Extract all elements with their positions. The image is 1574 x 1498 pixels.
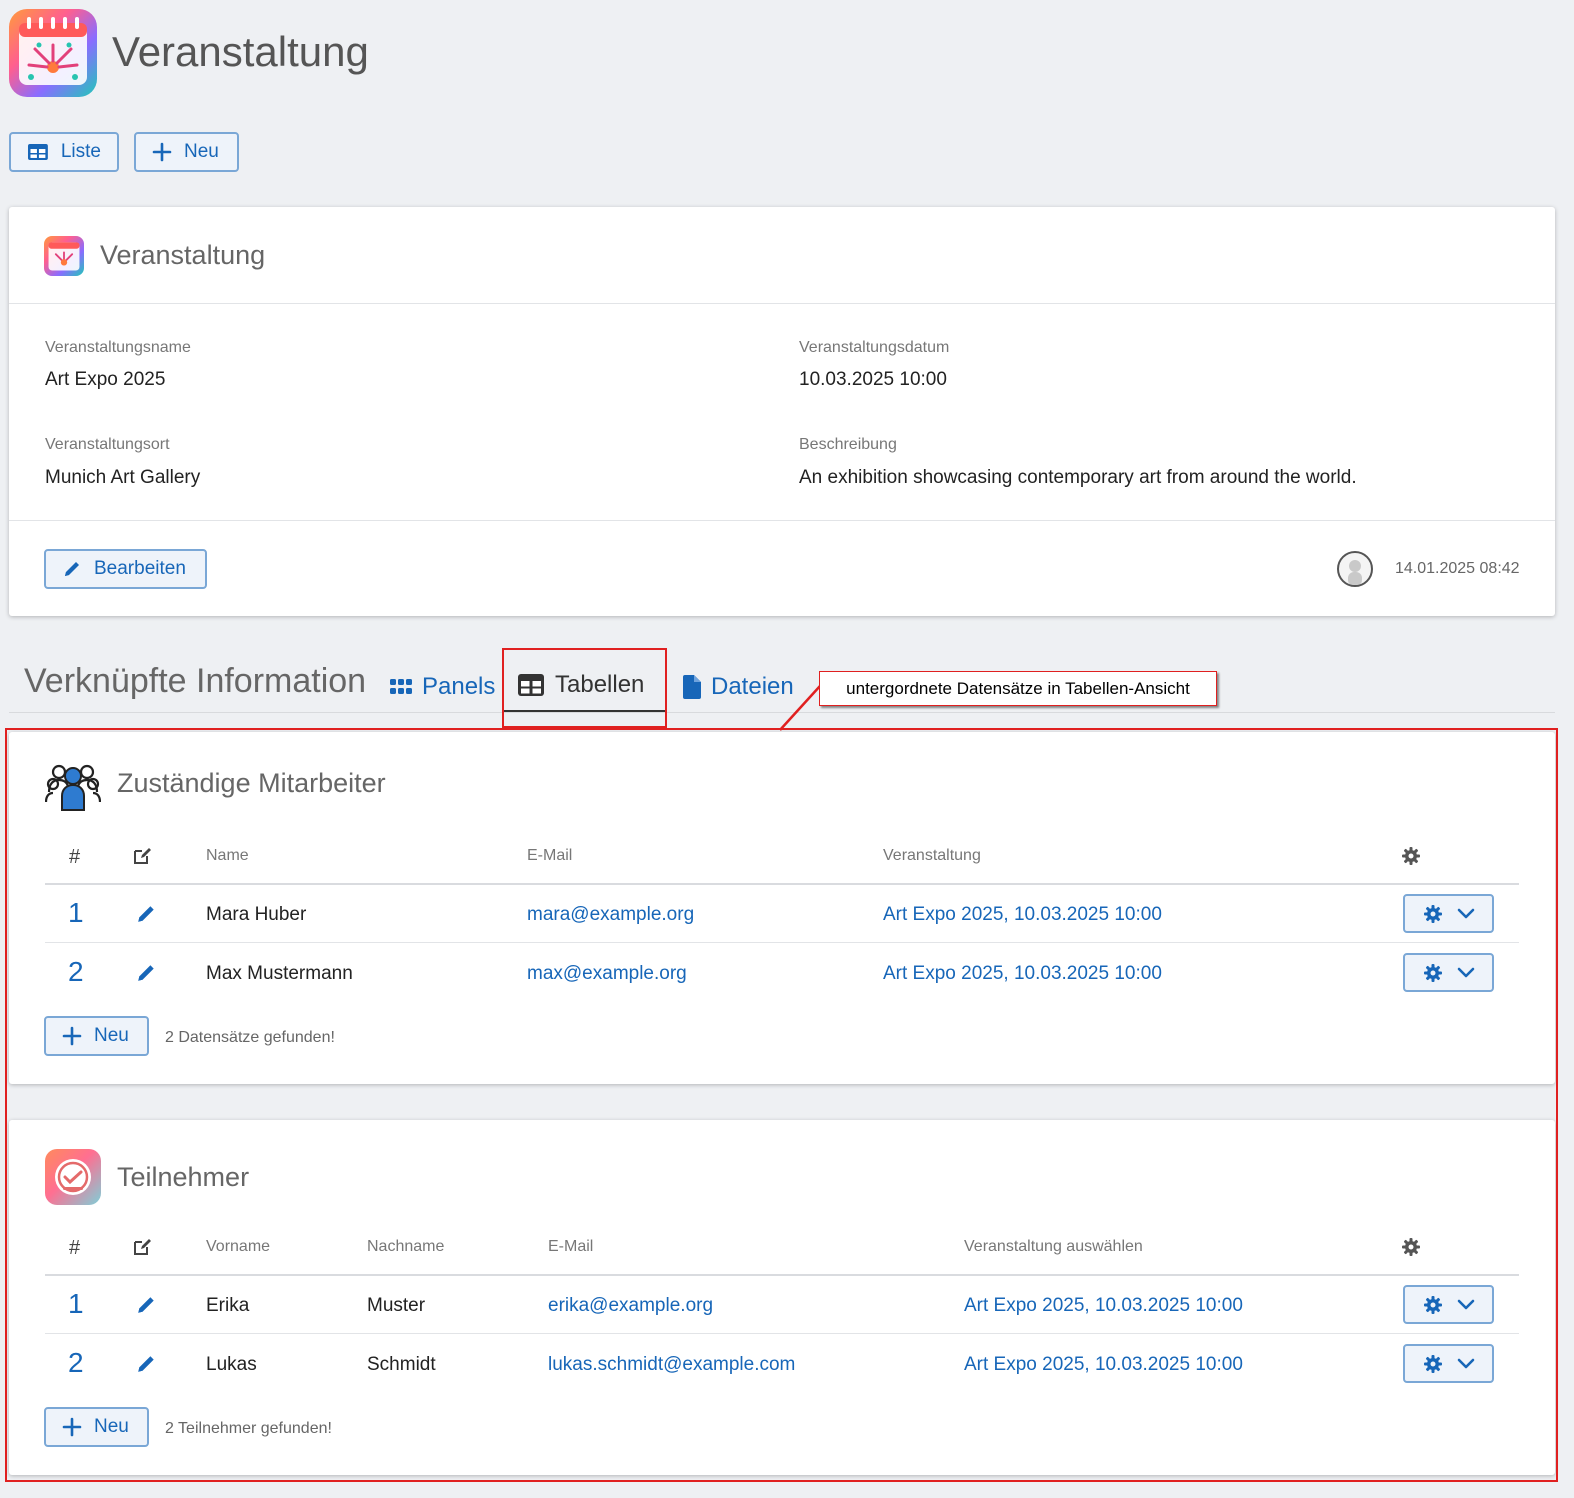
participants-card: Teilnehmer # Vorname Nachname E-Mail Ver… bbox=[9, 1120, 1555, 1475]
people-icon bbox=[44, 758, 102, 819]
divider bbox=[9, 520, 1555, 521]
participant-firstname: Lukas bbox=[206, 1354, 257, 1375]
record-card: Veranstaltung Veranstaltungsname Art Exp… bbox=[9, 207, 1555, 616]
gear-icon bbox=[1423, 904, 1442, 923]
column-header-number: # bbox=[69, 846, 81, 868]
list-button[interactable]: Liste bbox=[9, 132, 119, 172]
date-label: Veranstaltungsdatum bbox=[799, 339, 950, 356]
gear-icon bbox=[1423, 963, 1442, 982]
event-link[interactable]: Art Expo 2025, 10.03.2025 10:00 bbox=[964, 1354, 1243, 1376]
edit-button[interactable]: Bearbeiten bbox=[44, 549, 207, 589]
row-number: 2 bbox=[68, 1347, 84, 1378]
employee-name: Max Mustermann bbox=[206, 963, 353, 984]
app-calendar-icon bbox=[9, 9, 97, 97]
edit-column-icon bbox=[134, 848, 151, 864]
table-icon bbox=[27, 144, 48, 160]
page-title: Veranstaltung bbox=[112, 28, 369, 75]
row-divider bbox=[45, 942, 1519, 943]
event-link[interactable]: Art Expo 2025, 10.03.2025 10:00 bbox=[883, 963, 1162, 985]
column-header-event: Veranstaltung auswählen bbox=[964, 1238, 1143, 1255]
timestamp: 14.01.2025 08:42 bbox=[1395, 560, 1520, 577]
column-header-event: Veranstaltung bbox=[883, 847, 981, 864]
add-employee-label: Neu bbox=[94, 1025, 129, 1046]
chevron-down-icon bbox=[1457, 1358, 1474, 1368]
file-icon bbox=[683, 675, 701, 699]
add-participant-label: Neu bbox=[94, 1416, 129, 1437]
record-count: 2 Datensätze gefunden! bbox=[165, 1029, 335, 1046]
linked-info-title: Verknüpfte Information bbox=[24, 662, 367, 700]
pencil-icon[interactable] bbox=[135, 1294, 157, 1316]
add-employee-button[interactable]: Neu bbox=[44, 1016, 149, 1056]
participant-firstname: Erika bbox=[206, 1295, 250, 1316]
chevron-down-icon bbox=[1457, 908, 1474, 918]
column-header-number: # bbox=[69, 1237, 81, 1259]
chevron-down-icon bbox=[1457, 1299, 1474, 1309]
settings-column-icon[interactable] bbox=[1401, 1237, 1421, 1257]
participant-icon bbox=[45, 1149, 101, 1205]
name-value: Art Expo 2025 bbox=[45, 369, 166, 390]
employees-title: Zuständige Mitarbeiter bbox=[117, 768, 386, 798]
gear-icon bbox=[1423, 1295, 1442, 1314]
date-value: 10.03.2025 10:00 bbox=[799, 369, 947, 390]
plus-icon bbox=[62, 1026, 82, 1046]
record-card-title: Veranstaltung bbox=[100, 240, 266, 270]
name-label: Veranstaltungsname bbox=[45, 339, 191, 356]
row-actions-button[interactable] bbox=[1403, 1285, 1494, 1324]
column-header-name: Name bbox=[206, 847, 249, 864]
row-number: 2 bbox=[68, 956, 84, 987]
participant-lastname: Muster bbox=[367, 1295, 426, 1316]
chevron-down-icon bbox=[1457, 967, 1474, 977]
new-button-label: Neu bbox=[184, 141, 219, 162]
list-button-label: Liste bbox=[60, 141, 101, 162]
event-link[interactable]: Art Expo 2025, 10.03.2025 10:00 bbox=[964, 1295, 1243, 1317]
participant-email-link[interactable]: lukas.schmidt@example.com bbox=[548, 1354, 795, 1376]
settings-column-icon[interactable] bbox=[1401, 846, 1421, 866]
pencil-icon[interactable] bbox=[135, 962, 157, 984]
plus-icon bbox=[152, 142, 172, 162]
row-number: 1 bbox=[68, 897, 84, 928]
add-participant-button[interactable]: Neu bbox=[44, 1407, 149, 1447]
place-label: Veranstaltungsort bbox=[45, 436, 170, 453]
edit-button-label: Bearbeiten bbox=[94, 558, 186, 579]
pencil-icon bbox=[65, 562, 79, 576]
row-actions-button[interactable] bbox=[1403, 894, 1494, 933]
employee-email-link[interactable]: mara@example.org bbox=[527, 904, 694, 926]
place-value: Munich Art Gallery bbox=[45, 467, 201, 488]
tab-panels-label: Panels bbox=[422, 673, 496, 700]
row-actions-button[interactable] bbox=[1403, 953, 1494, 992]
tab-panels[interactable]: Panels bbox=[390, 673, 495, 701]
gear-icon bbox=[1423, 1354, 1442, 1373]
edit-column-icon bbox=[134, 1239, 151, 1255]
participant-email-link[interactable]: erika@example.org bbox=[548, 1295, 713, 1317]
new-button[interactable]: Neu bbox=[134, 132, 239, 172]
column-header-email: E-Mail bbox=[548, 1238, 594, 1255]
participant-count: 2 Teilnehmer gefunden! bbox=[165, 1420, 332, 1437]
description-value: An exhibition showcasing contemporary ar… bbox=[799, 467, 1357, 488]
participants-title: Teilnehmer bbox=[117, 1162, 250, 1192]
annotation-callout: untergordnete Datensätze in Tabellen-Ans… bbox=[819, 671, 1217, 706]
row-number: 1 bbox=[68, 1288, 84, 1319]
event-link[interactable]: Art Expo 2025, 10.03.2025 10:00 bbox=[883, 904, 1162, 926]
employees-card: Zuständige Mitarbeiter # Name E-Mail Ver… bbox=[9, 732, 1555, 1084]
employee-email-link[interactable]: max@example.org bbox=[527, 963, 687, 985]
grid-icon bbox=[390, 679, 412, 694]
row-divider bbox=[45, 1333, 1519, 1334]
divider bbox=[9, 303, 1555, 304]
table-header-line bbox=[45, 883, 1519, 885]
highlight-box-tab bbox=[502, 648, 667, 728]
description-label: Beschreibung bbox=[799, 436, 897, 453]
plus-icon bbox=[62, 1417, 82, 1437]
column-header-lastname: Nachname bbox=[367, 1238, 445, 1255]
column-header-email: E-Mail bbox=[527, 847, 573, 864]
avatar[interactable] bbox=[1337, 551, 1373, 587]
column-header-firstname: Vorname bbox=[206, 1238, 271, 1255]
pencil-icon[interactable] bbox=[135, 1353, 157, 1375]
participant-lastname: Schmidt bbox=[367, 1354, 436, 1375]
table-header-line bbox=[45, 1274, 1519, 1276]
employee-name: Mara Huber bbox=[206, 904, 307, 925]
row-actions-button[interactable] bbox=[1403, 1344, 1494, 1383]
calendar-icon bbox=[44, 236, 84, 276]
pencil-icon[interactable] bbox=[135, 903, 157, 925]
